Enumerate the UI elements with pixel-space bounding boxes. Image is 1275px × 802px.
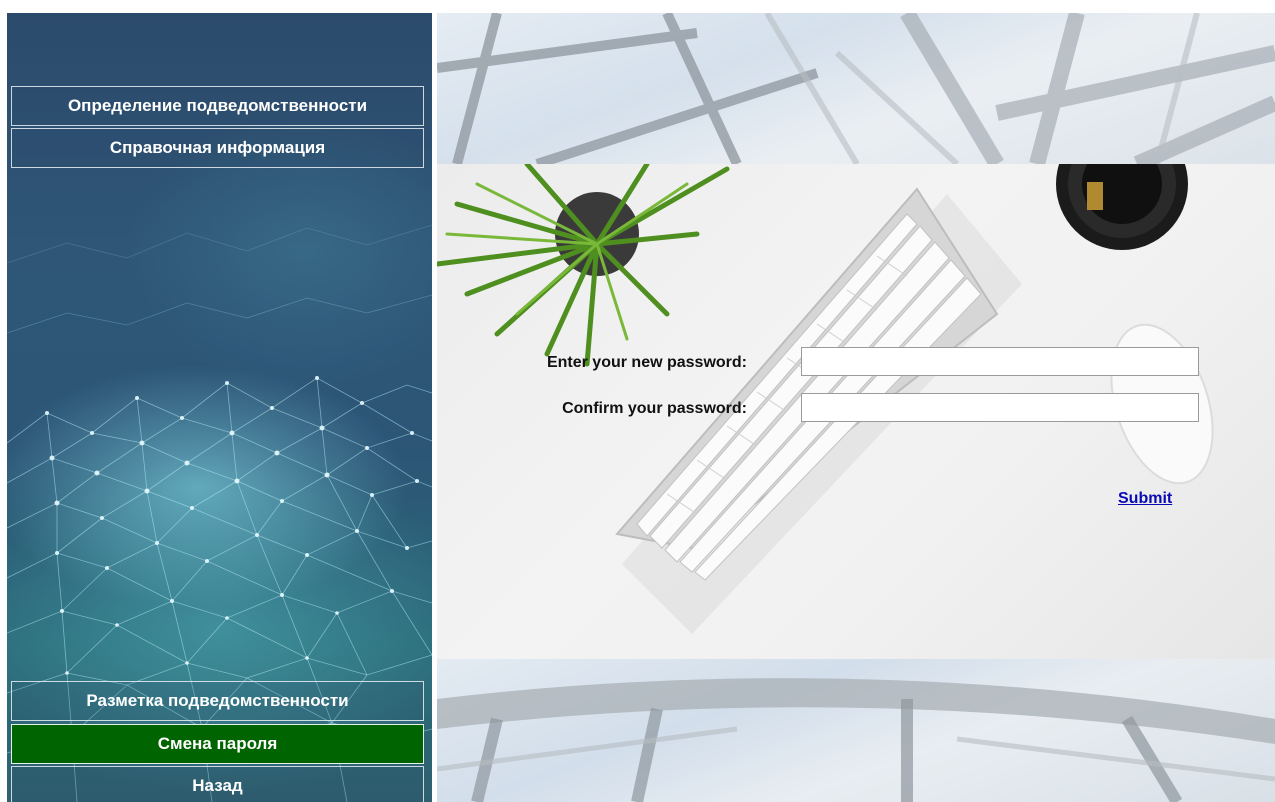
nav-jurisdiction-markup[interactable]: Разметка подведомственности xyxy=(11,681,424,721)
new-password-input[interactable] xyxy=(801,347,1199,376)
footer-architecture-photo xyxy=(437,659,1275,802)
nav-change-password[interactable]: Смена пароля xyxy=(11,724,424,764)
header-architecture-photo xyxy=(437,13,1275,164)
nav-back[interactable]: Назад xyxy=(11,766,424,802)
page: Определение подведомственности Справочна… xyxy=(0,0,1275,802)
confirm-password-label: Confirm your password: xyxy=(562,400,747,417)
architecture-image-bottom xyxy=(437,659,1275,802)
sidebar: Определение подведомственности Справочна… xyxy=(7,13,432,802)
submit-link[interactable]: Submit xyxy=(1118,490,1172,508)
nav-reference-info[interactable]: Справочная информация xyxy=(11,128,424,168)
password-change-panel: Enter your new password: Confirm your pa… xyxy=(437,164,1275,659)
new-password-label: Enter your new password: xyxy=(546,354,747,371)
architecture-image xyxy=(437,13,1275,164)
confirm-password-input[interactable] xyxy=(801,393,1199,422)
nav-jurisdiction-definition[interactable]: Определение подведомственности xyxy=(11,86,424,126)
